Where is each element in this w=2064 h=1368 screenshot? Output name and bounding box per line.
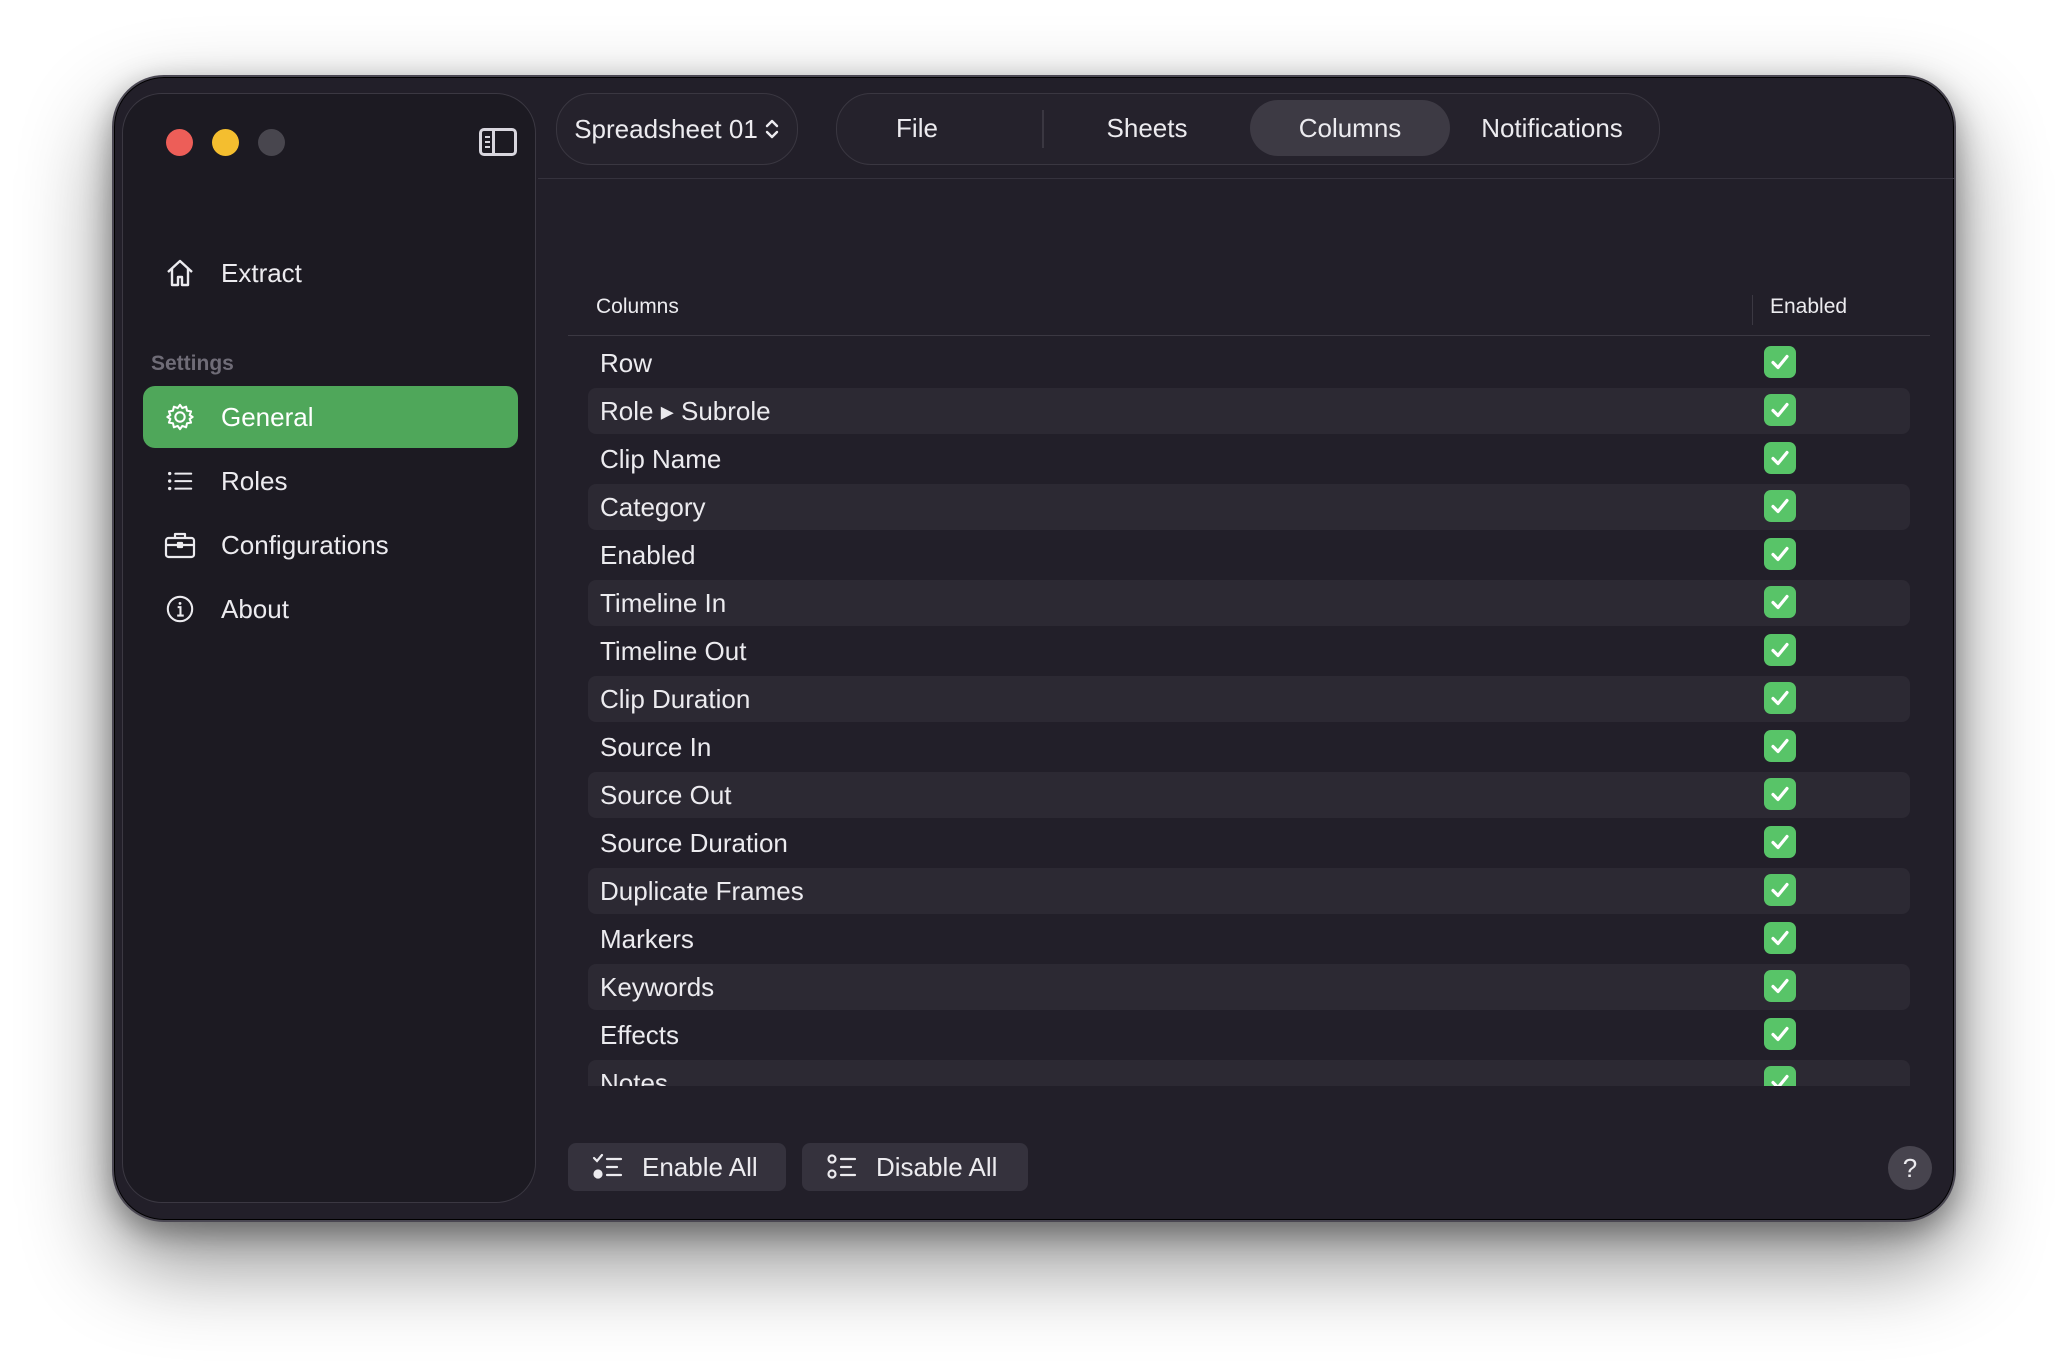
enabled-checkbox[interactable] (1764, 1018, 1796, 1050)
list-icon (163, 464, 197, 498)
table-row[interactable]: Source Duration (588, 820, 1910, 866)
enabled-checkbox[interactable] (1764, 826, 1796, 858)
enabled-checkbox[interactable] (1764, 778, 1796, 810)
sidebar-item-about[interactable]: About (143, 578, 518, 640)
sidebar-item-label: Extract (221, 257, 302, 288)
table-row[interactable]: Source Out (588, 772, 1910, 818)
table-row[interactable]: Role ▸ Subrole (588, 388, 1910, 434)
column-name: Enabled (600, 540, 696, 570)
column-name: Category (600, 492, 706, 522)
column-name: Source Out (600, 780, 732, 810)
column-name: Clip Name (600, 444, 722, 474)
enabled-checkbox[interactable] (1764, 970, 1796, 1002)
tab-label: Columns (1298, 112, 1402, 143)
sidebar-item-label: Roles (221, 465, 288, 496)
table-row[interactable]: Effects (588, 1012, 1910, 1058)
table-row[interactable]: Category (588, 484, 1910, 530)
enabled-checkbox[interactable] (1764, 490, 1796, 522)
column-header-columns[interactable]: Columns (596, 295, 679, 319)
column-name: Markers (600, 924, 694, 954)
tab-label: File (896, 112, 938, 143)
checklist-icon (592, 1151, 624, 1183)
table-row[interactable]: Duplicate Frames (588, 868, 1910, 914)
enabled-checkbox[interactable] (1764, 394, 1796, 426)
header-separator (1752, 295, 1753, 325)
tab-label: Sheets (1106, 112, 1188, 143)
close-window-button[interactable] (166, 129, 193, 156)
table-row[interactable]: Enabled (588, 532, 1910, 578)
sidebar-item-label: Configurations (221, 529, 389, 560)
enable-all-label: Enable All (642, 1151, 758, 1182)
column-name: Notes (600, 1068, 668, 1086)
tab-notifications[interactable]: Notifications (1452, 100, 1652, 156)
column-name: Effects (600, 1020, 680, 1050)
tab-separator (1042, 110, 1044, 148)
enable-all-button[interactable]: Enable All (568, 1143, 786, 1191)
column-name: Timeline Out (600, 636, 747, 666)
enabled-checkbox[interactable] (1764, 586, 1796, 618)
table-row[interactable]: Row (588, 340, 1910, 386)
table-row[interactable]: Clip Name (588, 436, 1910, 482)
column-header-enabled[interactable]: Enabled (1770, 295, 1847, 319)
sidebar-toggle-icon[interactable] (479, 128, 517, 156)
enabled-checkbox[interactable] (1764, 730, 1796, 762)
help-button[interactable]: ? (1888, 1146, 1932, 1190)
sidebar: Extract Settings General Roles Configura… (122, 93, 536, 1203)
table-row[interactable]: Markers (588, 916, 1910, 962)
briefcase-icon (163, 528, 197, 562)
disable-all-label: Disable All (876, 1151, 998, 1182)
settings-section-label: Settings (151, 352, 234, 375)
enabled-checkbox[interactable] (1764, 346, 1796, 378)
column-name: Clip Duration (600, 684, 751, 714)
enabled-checkbox[interactable] (1764, 874, 1796, 906)
column-name: Source Duration (600, 828, 788, 858)
tab-bar: File Sheets Columns Notifications (836, 93, 1660, 165)
table-row[interactable]: Clip Duration (588, 676, 1910, 722)
table-row[interactable]: Timeline In (588, 580, 1910, 626)
zoom-window-button[interactable] (258, 129, 285, 156)
column-name: Row (600, 348, 653, 378)
disable-all-button[interactable]: Disable All (802, 1143, 1028, 1191)
sidebar-item-roles[interactable]: Roles (143, 450, 518, 512)
column-name: Keywords (600, 972, 715, 1002)
enabled-checkbox[interactable] (1764, 682, 1796, 714)
document-picker-label: Spreadsheet 01 (574, 113, 758, 144)
minimize-window-button[interactable] (212, 129, 239, 156)
house-icon (163, 256, 197, 290)
column-name: Source In (600, 732, 712, 762)
columns-table-body: Row Role ▸ Subrole Clip Name Category Enable… (588, 340, 1910, 1086)
table-row[interactable]: Timeline Out (588, 628, 1910, 674)
sidebar-item-label: General (221, 401, 314, 432)
enabled-checkbox[interactable] (1764, 442, 1796, 474)
sidebar-item-configurations[interactable]: Configurations (143, 514, 518, 576)
enabled-checkbox[interactable] (1764, 538, 1796, 570)
info-icon (163, 592, 197, 626)
table-row[interactable]: Keywords (588, 964, 1910, 1010)
unchecked-list-icon (826, 1151, 858, 1183)
app-window: Extract Settings General Roles Configura… (112, 75, 1956, 1222)
table-header: Columns Enabled (568, 283, 1930, 336)
gear-icon (163, 400, 197, 434)
sidebar-item-label: About (221, 593, 289, 624)
tab-sheets[interactable]: Sheets (1067, 100, 1227, 156)
chevron-up-down-icon (764, 117, 780, 141)
enabled-checkbox[interactable] (1764, 1066, 1796, 1086)
column-name: Role ▸ Subrole (600, 396, 771, 426)
tab-label: Notifications (1481, 112, 1623, 143)
column-name: Timeline In (600, 588, 727, 618)
tab-columns[interactable]: Columns (1250, 100, 1450, 156)
table-row[interactable]: Source In (588, 724, 1910, 770)
column-name: Duplicate Frames (600, 876, 804, 906)
tab-file[interactable]: File (845, 100, 989, 156)
toolbar-divider (538, 178, 1954, 179)
enabled-checkbox[interactable] (1764, 634, 1796, 666)
table-row[interactable]: Notes (588, 1060, 1910, 1086)
enabled-checkbox[interactable] (1764, 922, 1796, 954)
document-picker[interactable]: Spreadsheet 01 (556, 93, 798, 165)
sidebar-item-extract[interactable]: Extract (143, 242, 518, 304)
sidebar-item-general[interactable]: General (143, 386, 518, 448)
